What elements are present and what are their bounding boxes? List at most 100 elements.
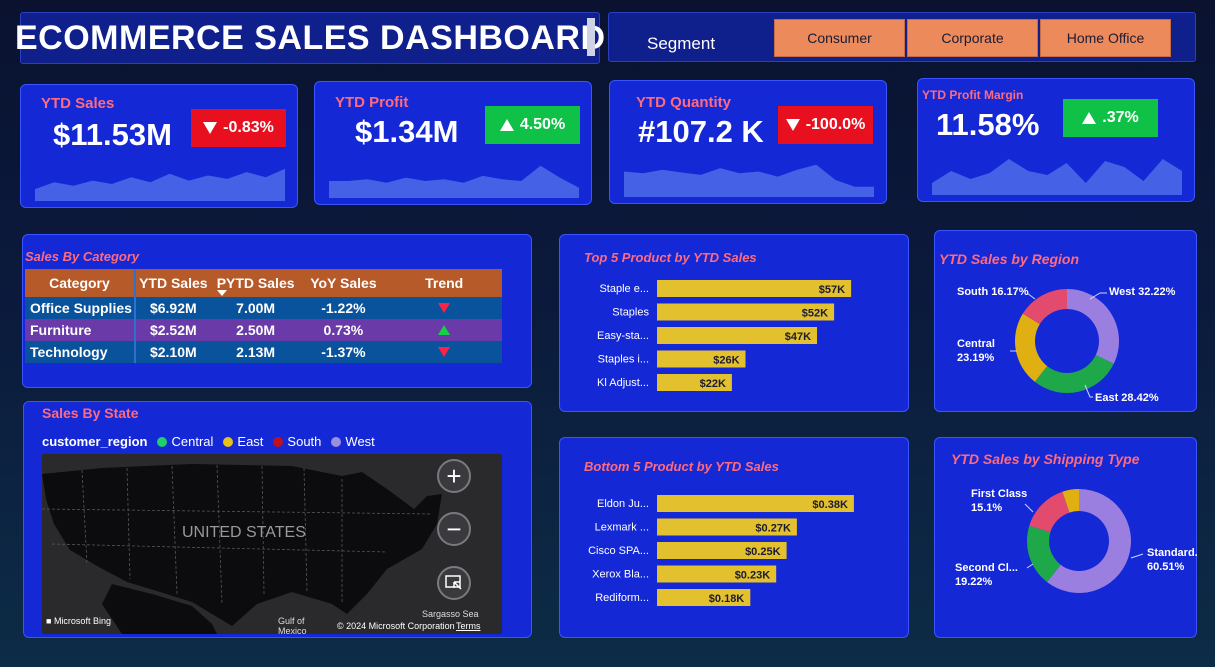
bar-value-label: $57K bbox=[819, 284, 845, 296]
column-header[interactable]: YTD Sales bbox=[134, 269, 211, 297]
cell-ytd: $2.10M bbox=[149, 344, 197, 360]
cell-yoy: 0.73% bbox=[323, 322, 364, 338]
donut-slice-label: 19.22% bbox=[955, 576, 993, 588]
column-header[interactable]: PYTD Sales bbox=[210, 269, 301, 297]
bar-category-label: Kl Adjust... bbox=[597, 377, 649, 389]
kpi-title: YTD Sales bbox=[41, 95, 115, 112]
bar-value-label: $52K bbox=[802, 308, 828, 320]
bar-value-label: $0.23K bbox=[735, 570, 771, 582]
region-donut-chart: West 32.22% East 28.42% Central 23.19% South… bbox=[957, 286, 1176, 404]
bing-logo: ■ Microsoft Bing bbox=[46, 616, 111, 626]
zoom-in-button[interactable]: + bbox=[437, 459, 471, 493]
legend-dot-central bbox=[157, 436, 168, 447]
cell-ytd: $2.52M bbox=[149, 322, 197, 338]
column-header[interactable]: Category bbox=[25, 269, 136, 297]
sea-label: Sargasso Sea bbox=[422, 609, 479, 619]
segment-corporate-button[interactable]: Corporate bbox=[907, 19, 1038, 57]
kpi-card-ytd-profit-margin: YTD Profit Margin 11.58% .37% bbox=[917, 78, 1195, 202]
donut-slice-label: 60.51% bbox=[1147, 561, 1185, 573]
kpi-change: 4.50% bbox=[519, 116, 566, 133]
bar-value-label: $0.18K bbox=[709, 593, 745, 605]
bar-value-label: $47K bbox=[785, 331, 811, 343]
map-legend: customer_region Central East South West bbox=[42, 434, 375, 449]
bar-category-label: Staples i... bbox=[598, 354, 649, 366]
kpi-value: #107.2 K bbox=[638, 114, 764, 149]
cell-pytd: 7.00M bbox=[236, 300, 276, 316]
cell-pytd: 2.50M bbox=[236, 322, 276, 338]
select-area-button[interactable] bbox=[437, 566, 471, 600]
donut-slice-label: East 28.42% bbox=[1095, 392, 1159, 404]
donut-slice-label: West 32.22% bbox=[1109, 286, 1176, 298]
us-map[interactable]: UNITED STATES Gulf of Mexico Sargasso Se… bbox=[42, 454, 502, 634]
kpi-sparkline bbox=[624, 164, 874, 197]
kpi-card-ytd-quantity: YTD Quantity #107.2 K -100.0% bbox=[609, 80, 887, 204]
donut-slice[interactable] bbox=[1029, 491, 1070, 533]
donut-slice[interactable] bbox=[1034, 355, 1114, 393]
segment-home-office-button[interactable]: Home Office bbox=[1040, 19, 1171, 57]
donut-slice-label: Standard... bbox=[1147, 547, 1197, 559]
cell-trend bbox=[386, 319, 502, 341]
kpi-sparkline bbox=[35, 168, 285, 201]
legend-label[interactable]: South bbox=[287, 434, 321, 449]
cell-yoy: -1.22% bbox=[321, 300, 366, 316]
up-arrow-icon bbox=[1082, 112, 1097, 124]
cell-trend bbox=[386, 341, 502, 363]
kpi-card-ytd-profit: YTD Profit $1.34M 4.50% bbox=[314, 81, 592, 205]
legend-label[interactable]: West bbox=[345, 434, 374, 449]
kpi-card-ytd-sales: YTD Sales $11.53M -0.83% bbox=[20, 84, 298, 208]
title-text-cursor bbox=[587, 18, 595, 56]
bar-value-label: $22K bbox=[700, 378, 726, 390]
bar-category-label: Staple e... bbox=[599, 283, 649, 295]
map-title: Sales By State bbox=[42, 405, 139, 421]
bottom5-bar-chart: Eldon Ju... $0.38K Lexmark ... $0.27K Cisco … bbox=[588, 495, 854, 606]
down-arrow-icon bbox=[203, 122, 218, 134]
chart-title: YTD Sales by Shipping Type bbox=[951, 451, 1140, 467]
kpi-title: YTD Profit bbox=[335, 94, 409, 111]
bar-category-label: Rediform... bbox=[595, 592, 649, 604]
sales-by-state-panel: Sales By State customer_region Central E… bbox=[23, 401, 532, 638]
table-row[interactable]: Technology $2.10M 2.13M -1.37% bbox=[25, 341, 502, 363]
sales-by-shipping-panel: YTD Sales by Shipping Type Standard... 60… bbox=[934, 437, 1197, 638]
country-label: UNITED STATES bbox=[182, 524, 306, 541]
terms-link[interactable]: Terms bbox=[456, 621, 481, 631]
legend-label[interactable]: East bbox=[237, 434, 263, 449]
chart-title: Top 5 Product by YTD Sales bbox=[584, 250, 757, 265]
page-title: ECOMMERCE SALES DASHBOARD bbox=[15, 19, 606, 57]
segment-slicer: Segment Consumer Corporate Home Office bbox=[608, 12, 1196, 62]
donut-slice[interactable] bbox=[1067, 289, 1119, 364]
kpi-change: .37% bbox=[1102, 109, 1139, 126]
kpi-value: $1.34M bbox=[355, 114, 459, 149]
sparkline-area bbox=[624, 164, 874, 197]
title-box: ECOMMERCE SALES DASHBOARD bbox=[15, 12, 605, 64]
sales-by-region-panel: YTD Sales by Region West 32.22% East 28.4… bbox=[934, 230, 1197, 412]
down-arrow-icon bbox=[785, 119, 800, 131]
select-area-icon bbox=[445, 575, 462, 590]
table-row[interactable]: Furniture $2.52M 2.50M 0.73% bbox=[25, 319, 502, 341]
kpi-title: YTD Quantity bbox=[636, 94, 732, 111]
donut-leader-line bbox=[1026, 563, 1034, 569]
table-row[interactable]: Office Supplies $6.92M 7.00M -1.22% bbox=[25, 297, 502, 319]
segment-consumer-button[interactable]: Consumer bbox=[774, 19, 905, 57]
donut-leader-line bbox=[1024, 503, 1034, 513]
legend-label[interactable]: Central bbox=[171, 434, 213, 449]
bar-value-label: $0.25K bbox=[745, 546, 781, 558]
top5-products-panel: Top 5 Product by YTD Sales Staple e... $5… bbox=[559, 234, 909, 412]
sparkline-area bbox=[35, 168, 285, 201]
cell-category: Technology bbox=[25, 341, 136, 363]
bar-value-label: $0.27K bbox=[755, 523, 791, 535]
donut-slice[interactable] bbox=[1015, 313, 1048, 382]
map-copyright: © 2024 Microsoft Corporation bbox=[337, 621, 455, 631]
legend-dot-west bbox=[331, 436, 342, 447]
donut-slice-label: Central bbox=[957, 338, 995, 350]
zoom-out-button[interactable]: − bbox=[437, 512, 471, 546]
column-header[interactable]: YoY Sales bbox=[300, 269, 387, 297]
bar-category-label: Eldon Ju... bbox=[597, 498, 649, 510]
donut-slice-label: First Class bbox=[971, 488, 1027, 500]
gulf-label: Gulf of Mexico bbox=[278, 616, 307, 634]
kpi-change-badge: .37% bbox=[1063, 99, 1158, 137]
column-header[interactable]: Trend bbox=[386, 269, 502, 297]
cell-pytd: 2.13M bbox=[236, 344, 276, 360]
category-table: Category YTD Sales PYTD Sales YoY Sales … bbox=[25, 269, 503, 363]
bar-category-label: Lexmark ... bbox=[595, 522, 649, 534]
map-canvas bbox=[42, 454, 502, 634]
